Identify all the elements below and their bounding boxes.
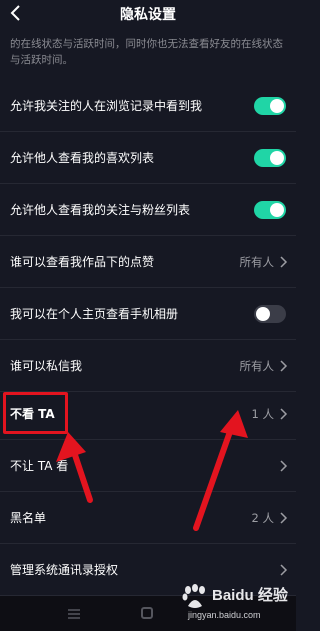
setting-row-follow-fans-list[interactable]: 允许他人查看我的关注与粉丝列表 (0, 184, 296, 236)
setting-value: 1 人 (251, 407, 274, 421)
menu-icon[interactable] (66, 608, 82, 620)
setting-row-direct-message[interactable]: 谁可以私信我 所有人 (0, 340, 296, 392)
watermark-url: jingyan.baidu.com (188, 610, 261, 620)
header: 隐私设置 (0, 0, 296, 30)
setting-label: 黑名单 (10, 511, 47, 525)
toggle-switch-off[interactable] (254, 305, 286, 323)
setting-row-blacklist[interactable]: 黑名单 2 人 (0, 492, 296, 544)
chevron-right-icon (280, 408, 288, 420)
toggle-switch-on[interactable] (254, 97, 286, 115)
setting-value: 2 人 (251, 511, 274, 525)
setting-row-phone-album[interactable]: 我可以在个人主页查看手机相册 (0, 288, 296, 340)
toggle-knob (270, 151, 284, 165)
toggle-knob (270, 203, 284, 217)
chevron-right-icon (280, 564, 288, 576)
toggle-knob (270, 99, 284, 113)
setting-label: 允许他人查看我的关注与粉丝列表 (10, 203, 191, 217)
setting-label: 允许他人查看我的喜欢列表 (10, 151, 155, 165)
toggle-switch-on[interactable] (254, 149, 286, 167)
chevron-right-icon (280, 512, 288, 524)
watermark-brand: Baidu 经验 (212, 587, 288, 604)
home-button-icon[interactable] (141, 607, 153, 619)
setting-row-hide-from-them[interactable]: 不让 TA 看 (0, 440, 296, 492)
chevron-right-icon (280, 360, 288, 372)
setting-label: 我可以在个人主页查看手机相册 (10, 307, 179, 321)
setting-label: 谁可以查看我作品下的点赞 (10, 255, 155, 269)
privacy-description: 的在线状态与活跃时间，同时你也无法查看好友的在线状态与活跃时间。 (10, 38, 283, 66)
toggle-switch-on[interactable] (254, 201, 286, 219)
setting-row-work-likes[interactable]: 谁可以查看我作品下的点赞 所有人 (0, 236, 296, 288)
setting-value: 所有人 (239, 359, 275, 373)
setting-row-browse-history[interactable]: 允许我关注的人在浏览记录中看到我 (0, 80, 296, 132)
chevron-right-icon (280, 256, 288, 268)
baidu-paw-logo-icon (182, 584, 205, 608)
setting-label: 管理系统通讯录授权 (10, 563, 119, 577)
chevron-right-icon (280, 460, 288, 472)
page-title: 隐私设置 (120, 7, 176, 23)
annotation-highlight-box (3, 392, 68, 434)
setting-value: 所有人 (239, 255, 275, 269)
setting-label: 谁可以私信我 (10, 359, 83, 373)
toggle-knob (256, 307, 270, 321)
setting-row-likes-list[interactable]: 允许他人查看我的喜欢列表 (0, 132, 296, 184)
setting-label: 允许我关注的人在浏览记录中看到我 (10, 99, 203, 113)
setting-label: 不让 TA 看 (10, 459, 69, 473)
watermark: Baidu 经验 jingyan.baidu.com (178, 580, 296, 631)
